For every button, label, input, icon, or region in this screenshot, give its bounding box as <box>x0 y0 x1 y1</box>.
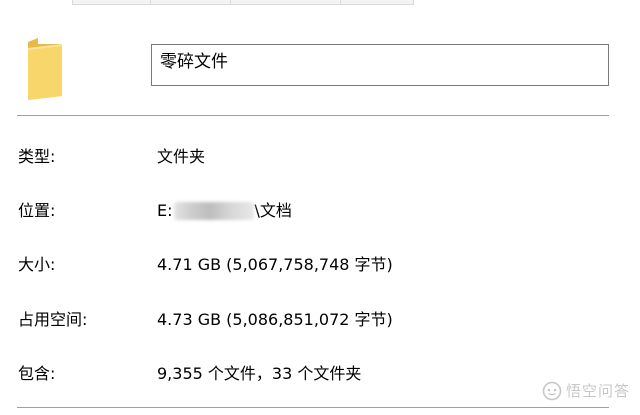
tab[interactable] <box>72 0 151 5</box>
location-value: E: \文档 <box>157 200 292 222</box>
tab[interactable] <box>150 0 231 5</box>
folder-icon <box>28 38 62 100</box>
divider <box>17 115 609 116</box>
type-value: 文件夹 <box>157 147 206 166</box>
location-label: 位置: <box>18 201 56 220</box>
size-label: 大小: <box>18 255 56 274</box>
type-label: 类型: <box>18 147 56 166</box>
contains-label: 包含: <box>18 364 56 383</box>
redacted-path <box>173 202 254 220</box>
tab[interactable] <box>340 0 414 5</box>
folder-name-input[interactable]: 零碎文件 <box>151 44 609 86</box>
watermark-logo-icon <box>542 381 562 400</box>
divider <box>17 407 609 408</box>
tab-strip <box>0 0 640 5</box>
tab[interactable] <box>230 0 341 5</box>
location-folder: \文档 <box>254 201 292 220</box>
contains-value: 9,355 个文件，33 个文件夹 <box>157 364 362 383</box>
size-on-disk-value: 4.73 GB (5,086,851,072 字节) <box>157 310 393 329</box>
size-on-disk-label: 占用空间: <box>18 310 88 329</box>
watermark-text: 悟空问答 <box>565 382 630 400</box>
location-drive: E: <box>157 201 173 220</box>
size-value: 4.71 GB (5,067,758,748 字节) <box>157 255 393 274</box>
watermark: 悟空问答 <box>542 380 630 401</box>
